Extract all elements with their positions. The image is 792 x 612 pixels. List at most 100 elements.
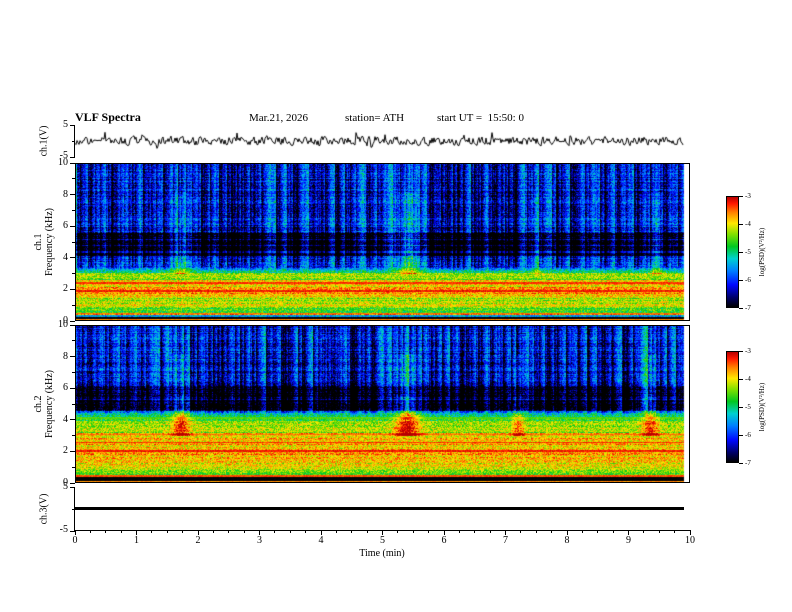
colorbar-tick	[739, 279, 743, 281]
x-minor-tick	[428, 531, 430, 533]
x-minor-tick	[412, 531, 414, 533]
volt-tick	[70, 530, 75, 532]
colorbar-tick-label: -3	[745, 347, 751, 355]
colorbar-tick	[739, 223, 743, 225]
ch1-freq-axis-label: ch.1 Frequency (kHz)	[33, 208, 55, 276]
x-tick-label: 1	[134, 535, 139, 546]
colorbar-ch2	[726, 351, 739, 463]
freq-tick-label: 2	[63, 445, 68, 457]
colorbar-tick	[739, 307, 743, 309]
ch1-spectrogram-panel	[75, 163, 690, 321]
x-minor-tick	[397, 531, 399, 533]
x-minor-tick	[581, 531, 583, 533]
ch2-freq-axis-label: ch.2 Frequency (kHz)	[33, 370, 55, 438]
x-minor-tick	[89, 531, 91, 533]
ch2-frequency-label: Frequency (kHz)	[44, 369, 55, 439]
start-ut-label: start UT = 15:50: 0	[437, 112, 524, 124]
volt-tick-label: 5	[63, 119, 68, 130]
freq-tick	[70, 320, 75, 322]
colorbar-ch1-label: log(PSD)(V²/Hz)	[758, 227, 766, 277]
freq-tick-label: 6	[63, 382, 68, 394]
freq-tick	[70, 450, 75, 452]
x-minor-tick	[243, 531, 245, 533]
x-tick-label: 6	[441, 535, 447, 546]
x-minor-tick	[551, 531, 553, 533]
time-axis-label: Time (min)	[359, 548, 405, 559]
x-minor-tick	[643, 531, 645, 533]
vlf-spectra-figure: VLF Spectra Mar.21, 2026 station= ATH st…	[0, 0, 792, 612]
x-tick-label: 8	[564, 535, 570, 546]
colorbar-tick-label: -5	[745, 248, 751, 256]
x-minor-tick	[474, 531, 476, 533]
colorbar-tick-label: -7	[745, 459, 751, 467]
station-label: station= ATH	[345, 112, 405, 124]
volt-tick	[70, 124, 75, 126]
colorbar-tick-label: -5	[745, 403, 751, 411]
freq-tick-label: 6	[63, 220, 68, 232]
x-minor-tick	[351, 531, 353, 533]
freq-tick	[70, 419, 75, 421]
freq-minor-tick	[72, 304, 75, 306]
freq-tick-label: 8	[63, 350, 68, 362]
ch1-frequency-label: Frequency (kHz)	[44, 207, 55, 277]
colorbar-tick-label: -4	[745, 220, 751, 228]
x-minor-tick	[182, 531, 184, 533]
colorbar-tick	[739, 406, 743, 408]
x-tick-label: 10	[685, 535, 695, 546]
ch2-spectrogram-canvas	[75, 325, 690, 483]
ch2-channel-label: ch.2	[33, 395, 44, 413]
x-tick-label: 5	[380, 535, 385, 546]
colorbar-tick-label: -4	[745, 375, 751, 383]
ch1-spectrogram-canvas	[75, 163, 690, 321]
x-minor-tick	[105, 531, 107, 533]
freq-minor-tick	[72, 241, 75, 243]
x-tick-label: 4	[318, 535, 324, 546]
freq-tick-label: 4	[63, 251, 68, 263]
volt-tick-label: -5	[59, 524, 68, 535]
x-minor-tick	[489, 531, 491, 533]
x-minor-tick	[305, 531, 307, 533]
colorbar-tick-label: -6	[745, 276, 751, 284]
x-tick-label: 9	[626, 535, 631, 546]
freq-tick	[70, 288, 75, 290]
x-minor-tick	[535, 531, 537, 533]
ch2-spectrogram-panel	[75, 325, 690, 483]
freq-minor-tick	[72, 466, 75, 468]
colorbar-tick	[739, 378, 743, 380]
x-minor-tick	[366, 531, 368, 533]
ch3-volts-axis-label: ch.3(V)	[38, 493, 50, 525]
freq-tick	[70, 356, 75, 358]
x-minor-tick	[658, 531, 660, 533]
freq-minor-tick	[72, 435, 75, 437]
x-minor-tick	[120, 531, 122, 533]
ch1-waveform-canvas	[75, 125, 690, 157]
ch3-flat-trace	[75, 507, 684, 510]
x-minor-tick	[166, 531, 168, 533]
x-minor-tick	[212, 531, 214, 533]
volt-tick	[70, 486, 75, 488]
colorbar-tick	[739, 350, 743, 352]
freq-tick-label: 4	[63, 413, 68, 425]
x-minor-tick	[151, 531, 153, 533]
colorbar-ch1	[726, 196, 739, 308]
volt-tick-label: -5	[59, 150, 68, 161]
x-tick-label: 7	[503, 535, 508, 546]
ch1-channel-label: ch.1	[33, 233, 44, 251]
freq-tick	[70, 225, 75, 227]
colorbar-tick-label: -7	[745, 304, 751, 312]
x-minor-tick	[335, 531, 337, 533]
volt-minor-tick	[72, 508, 75, 510]
freq-tick	[70, 324, 75, 326]
freq-minor-tick	[72, 371, 75, 373]
volt-minor-tick	[72, 140, 75, 142]
volt-tick	[70, 156, 75, 158]
freq-tick	[70, 194, 75, 196]
x-minor-tick	[458, 531, 460, 533]
freq-tick-label: 2	[63, 283, 68, 295]
x-minor-tick	[289, 531, 291, 533]
freq-tick	[70, 257, 75, 259]
colorbar-ch2-label: log(PSD)(V²/Hz)	[758, 382, 766, 432]
colorbar-tick	[739, 195, 743, 197]
colorbar-tick	[739, 462, 743, 464]
figure-title: VLF Spectra	[75, 110, 141, 124]
